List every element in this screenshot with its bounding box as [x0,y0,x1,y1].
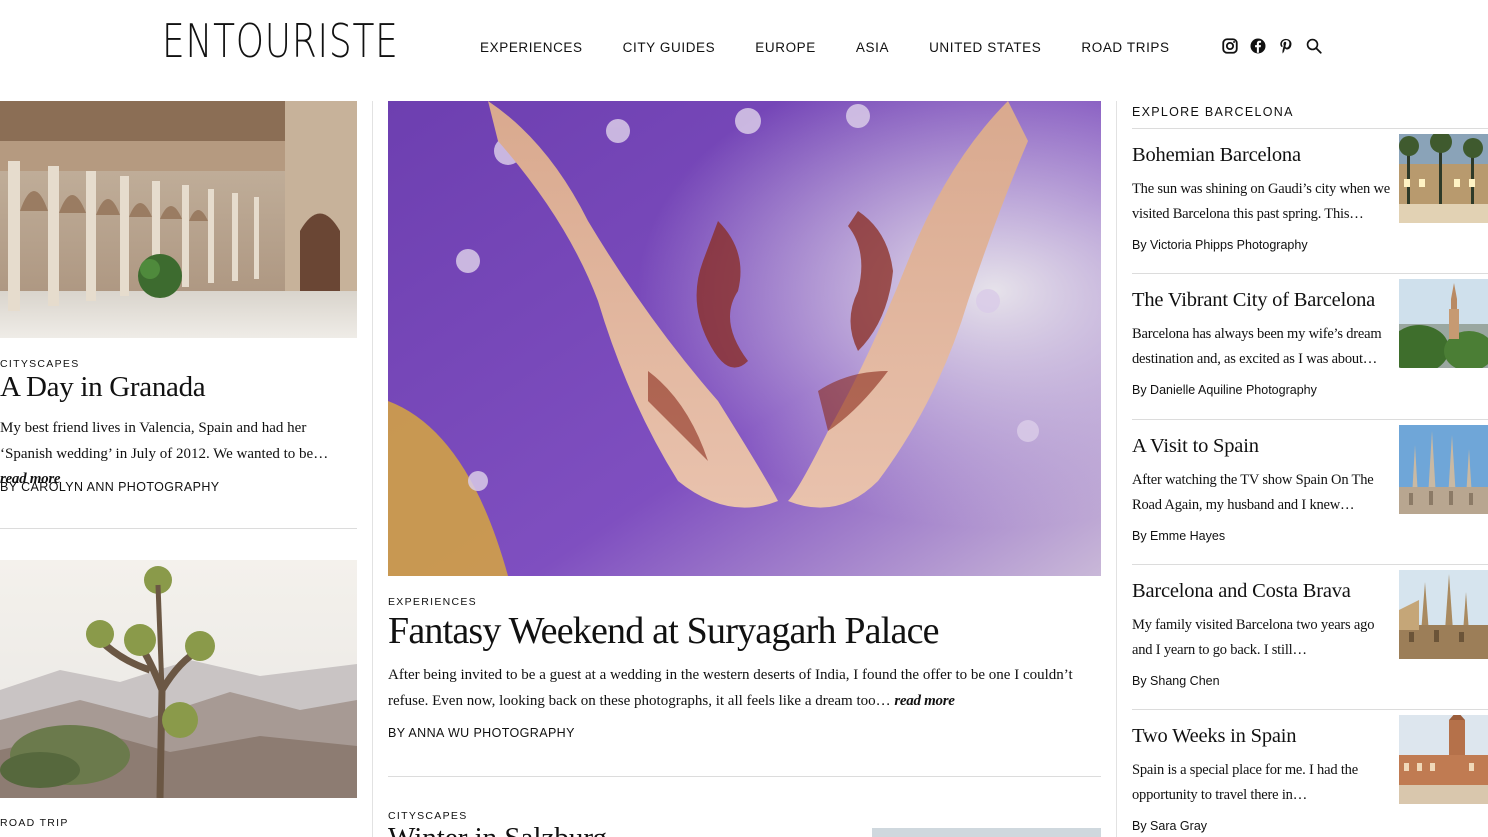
search-icon[interactable] [1305,37,1323,55]
sidebar-article-excerpt: Spain is a special place for me. I had t… [1132,762,1358,803]
instagram-icon[interactable] [1221,37,1239,55]
divider [1132,709,1488,710]
read-more-link[interactable]: read more [894,693,955,709]
sidebar-article-title[interactable]: Two Weeks in Spain [1132,725,1297,748]
sidebar-heading: EXPLORE BARCELONA [1132,105,1294,119]
divider [388,776,1101,777]
post-category[interactable]: CITYSCAPES [0,358,80,370]
henna-hands-photo[interactable] [388,101,1101,576]
pinterest-icon[interactable] [1277,37,1295,55]
sidebar-article-excerpt: After watching the TV show Spain On The … [1132,472,1374,513]
nav-europe[interactable]: EUROPE [755,40,816,55]
divider [1132,419,1488,420]
facebook-icon[interactable] [1249,37,1267,55]
excerpt-text: After being invited to be a guest at a w… [388,667,1073,709]
sidebar-article-title[interactable]: Bohemian Barcelona [1132,144,1301,167]
sidebar-article-title[interactable]: The Vibrant City of Barcelona [1132,289,1375,312]
sidebar-article-thumbnail[interactable] [1399,279,1488,368]
featured-byline[interactable]: BY ANNA WU PHOTOGRAPHY [388,726,575,740]
nav-experiences[interactable]: EXPERIENCES [480,40,583,55]
post-category[interactable]: CITYSCAPES [388,810,468,822]
divider [1132,273,1488,274]
divider [0,528,357,529]
sidebar-article[interactable]: A Visit to Spain After watching the TV s… [1132,425,1488,580]
site-header: ENTOURISTE EXPERIENCES CITY GUIDES EUROP… [0,0,1488,100]
sidebar-article[interactable]: Bohemian Barcelona The sun was shining o… [1132,134,1488,289]
divider [1132,128,1488,129]
post-title[interactable]: Winter in Salzburg [388,822,607,837]
left-column: CITYSCAPES A Day in Granada My best frie… [0,101,357,837]
nav-united-states[interactable]: UNITED STATES [929,40,1041,55]
sidebar-article-excerpt: My family visited Barcelona two years ag… [1132,617,1375,658]
excerpt-text: My best friend lives in Valencia, Spain … [0,420,329,462]
sidebar-article-thumbnail[interactable] [1399,570,1488,659]
sidebar-article-thumbnail[interactable] [1399,134,1488,223]
sidebar-article[interactable]: The Vibrant City of Barcelona Barcelona … [1132,279,1488,434]
sidebar-article-excerpt: The sun was shining on Gaudi’s city when… [1132,181,1391,222]
sidebar-article[interactable]: Barcelona and Costa Brava My family visi… [1132,570,1488,725]
column-divider [1116,101,1117,837]
social-links [1221,37,1323,55]
post-byline[interactable]: BY CAROLYN ANN PHOTOGRAPHY [0,480,219,494]
sidebar-article-excerpt: Barcelona has always been my wife’s drea… [1132,326,1382,367]
featured-excerpt: After being invited to be a guest at a w… [388,663,1088,714]
post-thumbnail[interactable] [872,828,1101,837]
sidebar-article-title[interactable]: Barcelona and Costa Brava [1132,580,1351,603]
column-divider [372,101,373,837]
site-logo[interactable]: ENTOURISTE [162,14,399,68]
sidebar-article[interactable]: Two Weeks in Spain Spain is a special pl… [1132,715,1488,837]
sidebar-article-title[interactable]: A Visit to Spain [1132,435,1259,458]
nav-city-guides[interactable]: CITY GUIDES [623,40,716,55]
center-column: EXPERIENCES Fantasy Weekend at Suryagarh… [388,101,1101,837]
nav-road-trips[interactable]: ROAD TRIPS [1081,40,1169,55]
nav-asia[interactable]: ASIA [856,40,889,55]
post-category[interactable]: ROAD TRIP [0,817,69,829]
granada-photo[interactable] [0,101,357,338]
sidebar-article-byline[interactable]: By Emme Hayes [1132,529,1225,543]
sidebar-article-byline[interactable]: By Sara Gray [1132,819,1207,833]
featured-title[interactable]: Fantasy Weekend at Suryagarh Palace [388,609,940,653]
sidebar-article-thumbnail[interactable] [1399,715,1488,804]
sidebar-article-byline[interactable]: By Victoria Phipps Photography [1132,238,1308,252]
sidebar-article-thumbnail[interactable] [1399,425,1488,514]
sidebar: EXPLORE BARCELONA Bohemian Barcelona The… [1132,101,1488,837]
sidebar-article-byline[interactable]: By Danielle Aquiline Photography [1132,383,1317,397]
joshua-tree-photo[interactable] [0,560,357,798]
post-title[interactable]: A Day in Granada [0,371,206,404]
sidebar-article-byline[interactable]: By Shang Chen [1132,674,1220,688]
main-nav: EXPERIENCES CITY GUIDES EUROPE ASIA UNIT… [480,40,1170,55]
divider [1132,564,1488,565]
featured-category[interactable]: EXPERIENCES [388,596,477,608]
